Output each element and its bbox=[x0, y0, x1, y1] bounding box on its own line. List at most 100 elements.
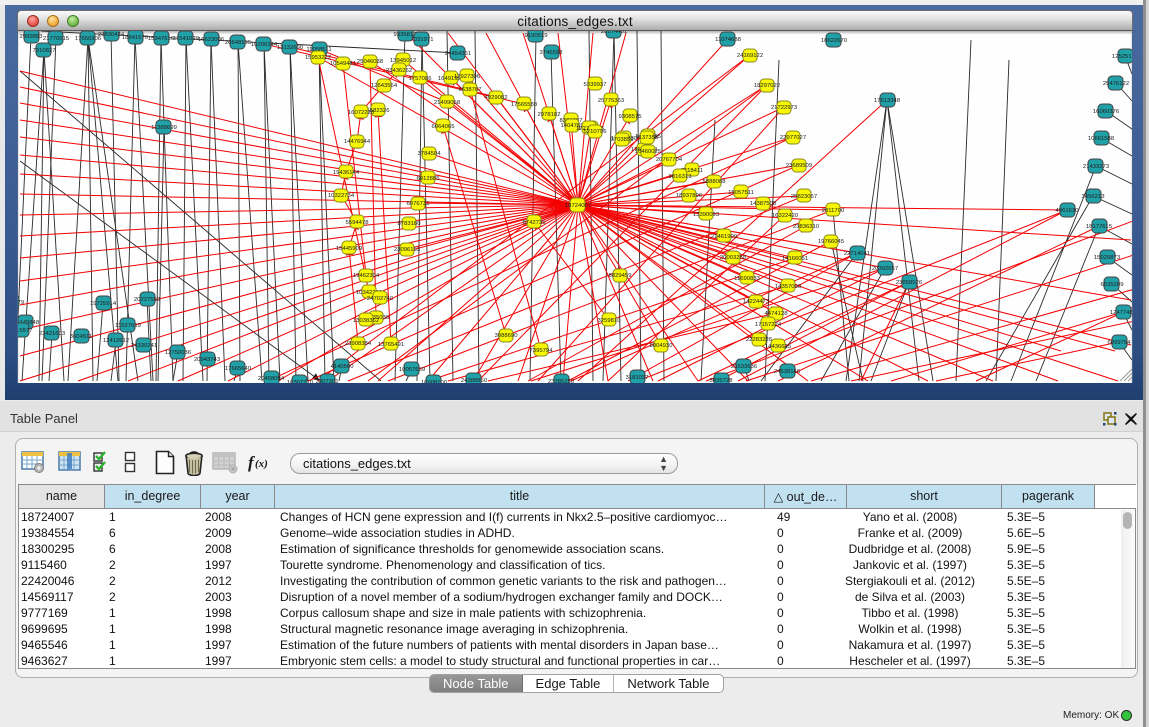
svg-text:4474128: 4474128 bbox=[765, 311, 789, 317]
svg-text:23836310: 23836310 bbox=[793, 224, 820, 230]
svg-text:14166051: 14166051 bbox=[782, 256, 808, 262]
svg-text:3456213: 3456213 bbox=[1082, 194, 1106, 200]
svg-text:20003258: 20003258 bbox=[720, 255, 747, 261]
svg-text:19725914: 19725914 bbox=[90, 301, 117, 307]
svg-text:20648195: 20648195 bbox=[225, 40, 252, 46]
svg-text:8742735: 8742735 bbox=[523, 220, 547, 226]
svg-text:5210796: 5210796 bbox=[584, 129, 608, 135]
svg-text:9190519: 9190519 bbox=[525, 33, 548, 39]
svg-text:7031971: 7031971 bbox=[411, 37, 434, 43]
svg-text:24169122: 24169122 bbox=[737, 53, 763, 59]
svg-text:23689509: 23689509 bbox=[786, 163, 812, 169]
svg-text:6064065: 6064065 bbox=[432, 124, 456, 130]
svg-text:17665640: 17665640 bbox=[225, 366, 252, 372]
svg-text:(x): (x) bbox=[255, 458, 268, 470]
svg-text:4929082: 4929082 bbox=[485, 95, 508, 101]
svg-text:18622670: 18622670 bbox=[821, 38, 848, 44]
svg-text:14436625: 14436625 bbox=[765, 344, 792, 350]
svg-text:18297022: 18297022 bbox=[754, 83, 780, 89]
svg-text:25476122: 25476122 bbox=[1103, 81, 1129, 87]
svg-text:24538166: 24538166 bbox=[774, 369, 801, 375]
svg-text:20227559: 20227559 bbox=[134, 297, 160, 303]
svg-text:14224473: 14224473 bbox=[743, 299, 770, 305]
svg-text:21770515: 21770515 bbox=[43, 36, 70, 42]
svg-text:23858526: 23858526 bbox=[896, 280, 923, 286]
svg-text:2811700: 2811700 bbox=[822, 208, 845, 214]
svg-text:13038362: 13038362 bbox=[353, 318, 379, 324]
svg-text:20767704: 20767704 bbox=[656, 157, 683, 163]
svg-text:10460025: 10460025 bbox=[635, 149, 662, 155]
svg-text:20943743: 20943743 bbox=[194, 357, 221, 363]
svg-text:18841570: 18841570 bbox=[122, 35, 149, 41]
svg-text:3035728: 3035728 bbox=[710, 378, 734, 383]
svg-text:10057659: 10057659 bbox=[399, 367, 425, 373]
svg-text:10661588: 10661588 bbox=[1088, 136, 1115, 142]
svg-text:24330241: 24330241 bbox=[131, 343, 157, 349]
svg-text:24454361: 24454361 bbox=[445, 51, 471, 57]
svg-text:15029873: 15029873 bbox=[1094, 255, 1121, 261]
svg-text:21499058: 21499058 bbox=[434, 100, 461, 106]
svg-text:22714041: 22714041 bbox=[844, 251, 870, 257]
svg-text:24388850: 24388850 bbox=[461, 378, 488, 383]
svg-text:23436262: 23436262 bbox=[386, 68, 412, 74]
svg-text:17406879: 17406879 bbox=[18, 300, 24, 306]
svg-text:5888088: 5888088 bbox=[703, 179, 727, 185]
svg-text:1137358: 1137358 bbox=[636, 135, 659, 141]
svg-text:11541029: 11541029 bbox=[173, 36, 199, 42]
svg-text:20274461: 20274461 bbox=[601, 31, 627, 35]
svg-text:25823057: 25823057 bbox=[791, 194, 817, 200]
svg-text:7910827: 7910827 bbox=[33, 48, 56, 54]
svg-text:18937896: 18937896 bbox=[676, 193, 703, 199]
svg-text:23096153: 23096153 bbox=[394, 247, 421, 253]
svg-text:8783180: 8783180 bbox=[398, 221, 422, 227]
svg-text:21461909: 21461909 bbox=[711, 234, 737, 240]
svg-text:16060376: 16060376 bbox=[1093, 109, 1120, 115]
svg-text:13132690: 13132690 bbox=[277, 45, 304, 51]
svg-text:9308575: 9308575 bbox=[619, 114, 643, 120]
svg-text:12477488: 12477488 bbox=[1110, 310, 1133, 316]
svg-text:19462304: 19462304 bbox=[353, 273, 380, 279]
svg-text:14476944: 14476944 bbox=[344, 139, 371, 145]
svg-text:22283226: 22283226 bbox=[746, 337, 773, 343]
svg-text:16908100: 16908100 bbox=[421, 380, 448, 383]
svg-text:16322420: 16322420 bbox=[772, 213, 799, 219]
svg-text:12412612: 12412612 bbox=[103, 338, 129, 344]
svg-text:23421603: 23421603 bbox=[39, 331, 66, 337]
svg-text:10322734: 10322734 bbox=[328, 193, 355, 199]
svg-text:16072228: 16072228 bbox=[348, 110, 375, 116]
svg-text:23908384: 23908384 bbox=[345, 341, 372, 347]
svg-text:16307710: 16307710 bbox=[287, 380, 314, 383]
svg-text:5594478: 5594478 bbox=[346, 220, 370, 226]
svg-text:8004930: 8004930 bbox=[650, 343, 674, 349]
svg-text:11388699: 11388699 bbox=[151, 125, 177, 131]
svg-text:12525131: 12525131 bbox=[1112, 54, 1133, 60]
svg-text:6099754: 6099754 bbox=[1108, 340, 1132, 346]
svg-text:20458054: 20458054 bbox=[258, 376, 285, 382]
svg-text:6535209: 6535209 bbox=[1101, 282, 1124, 288]
svg-text:9816313: 9816313 bbox=[669, 174, 693, 180]
svg-text:19436144: 19436144 bbox=[333, 170, 360, 176]
svg-text:4140560: 4140560 bbox=[331, 364, 355, 370]
svg-text:14357000: 14357000 bbox=[775, 284, 802, 290]
svg-text:2978182: 2978182 bbox=[538, 112, 561, 118]
svg-text:11527619: 11527619 bbox=[115, 323, 141, 329]
svg-text:12750036: 12750036 bbox=[165, 350, 192, 356]
svg-text:13765491: 13765491 bbox=[378, 342, 404, 348]
svg-text:15953222: 15953222 bbox=[305, 55, 331, 61]
svg-text:25046038: 25046038 bbox=[357, 59, 384, 65]
svg-text:7395794: 7395794 bbox=[530, 348, 554, 354]
svg-text:23285250: 23285250 bbox=[548, 379, 575, 383]
svg-text:5339937: 5339937 bbox=[584, 82, 607, 88]
svg-text:3307301: 3307301 bbox=[316, 379, 339, 383]
svg-text:17565588: 17565588 bbox=[511, 102, 538, 108]
svg-text:12643564: 12643564 bbox=[371, 83, 398, 89]
svg-text:8829459: 8829459 bbox=[609, 273, 632, 279]
svg-text:22977027: 22977027 bbox=[780, 135, 806, 141]
svg-text:17613348: 17613348 bbox=[874, 98, 901, 104]
svg-text:15347616: 15347616 bbox=[148, 36, 175, 42]
svg-text:13390093: 13390093 bbox=[693, 212, 720, 218]
svg-text:20392657: 20392657 bbox=[872, 266, 898, 272]
svg-text:14387508: 14387508 bbox=[750, 201, 777, 207]
svg-text:10549441: 10549441 bbox=[330, 61, 356, 67]
svg-text:15445909: 15445909 bbox=[336, 246, 362, 252]
